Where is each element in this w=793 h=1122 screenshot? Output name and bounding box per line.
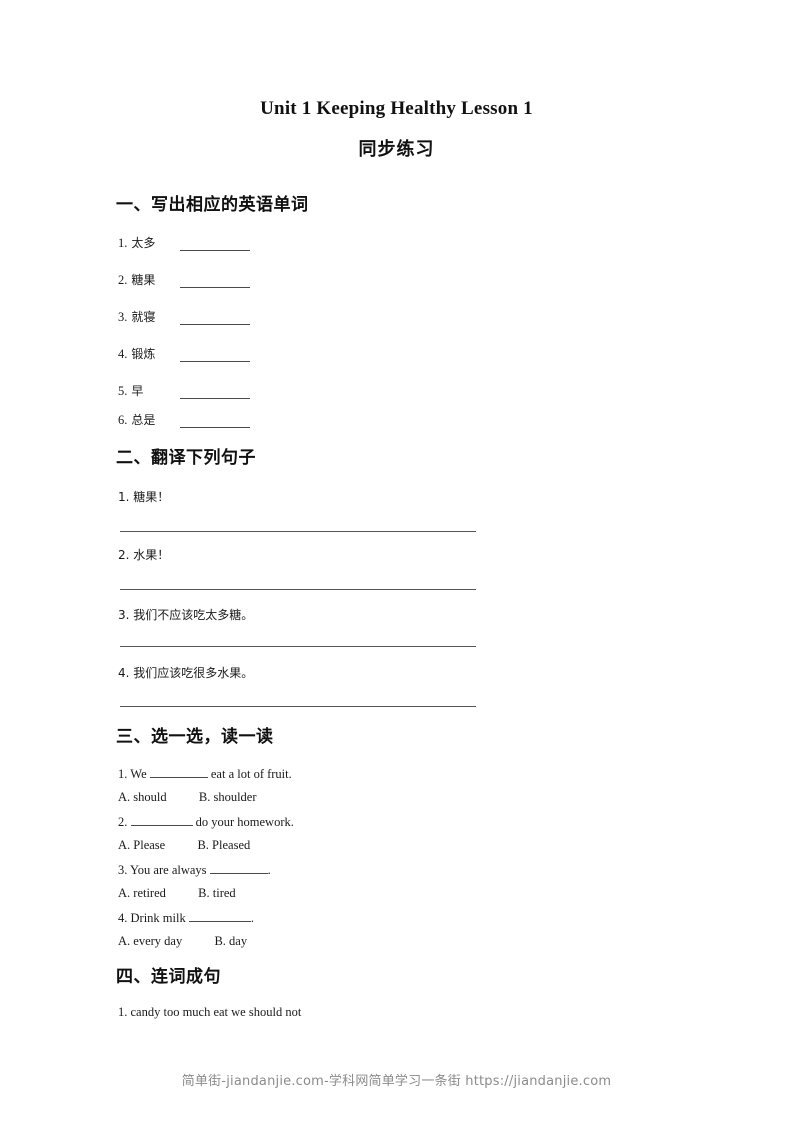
choice-question-4-blank[interactable] <box>188 910 251 922</box>
choice-question-1-blank[interactable] <box>149 766 208 778</box>
translate-answer-line-3[interactable] <box>120 646 476 647</box>
choice-question-3-prompt-after: . <box>267 863 271 877</box>
page-title: Unit 1 Keeping Healthy Lesson 1 <box>260 98 533 119</box>
word-item-label: 就寝 <box>131 310 156 324</box>
choice-question-4-prompt-before: 4. Drink milk <box>118 911 186 925</box>
choice-options-4: A. every day B. day <box>118 934 247 949</box>
choice-options-1: A. should B. shoulder <box>118 790 257 805</box>
choice-question-2: 2. do your homework. <box>118 814 294 830</box>
word-item-blank[interactable] <box>180 286 250 288</box>
word-item-number: 4. <box>118 347 128 361</box>
word-item-blank[interactable] <box>180 323 250 325</box>
word-item-number: 5. <box>118 384 128 398</box>
word-item-6: 6. 总是 <box>118 411 478 429</box>
choice-question-3: 3. You are always . <box>118 862 271 878</box>
word-item-number: 6. <box>118 413 128 427</box>
choice-option-4b[interactable]: B. day <box>214 934 247 948</box>
worksheet-page: Unit 1 Keeping Healthy Lesson 1 同步练习 一、写… <box>0 0 793 1122</box>
word-item-4: 4. 锻炼 <box>118 345 478 363</box>
choice-options-3: A. retired B. tired <box>118 886 236 901</box>
choice-question-4-prompt-after: . <box>250 911 254 925</box>
choice-question-4: 4. Drink milk . <box>118 910 254 926</box>
word-item-label: 早 <box>131 384 144 398</box>
word-item-number: 1. <box>118 236 128 250</box>
word-item-number: 3. <box>118 310 128 324</box>
choice-question-3-prompt-before: 3. You are always <box>118 863 207 877</box>
word-item-2: 2. 糖果 <box>118 271 478 289</box>
choice-option-4a[interactable]: A. every day <box>118 934 182 948</box>
translate-answer-line-2[interactable] <box>120 589 476 590</box>
translate-item-2: 2. 水果！ <box>118 548 170 562</box>
word-item-blank[interactable] <box>180 397 250 399</box>
word-item-blank[interactable] <box>180 360 250 362</box>
translate-item-1: 1. 糖果！ <box>118 490 170 504</box>
sentence-order-item-1: 1. candy too much eat we should not <box>118 1005 302 1019</box>
choice-option-2a[interactable]: A. Please <box>118 838 165 852</box>
word-item-number: 2. <box>118 273 128 287</box>
choice-question-2-blank[interactable] <box>130 814 193 826</box>
word-item-blank[interactable] <box>180 426 250 428</box>
page-footer: 简单街-jiandanjie.com-学科网简单学习一条街 https://ji… <box>181 1074 612 1089</box>
choice-question-1: 1. We eat a lot of fruit. <box>118 766 292 782</box>
choice-option-1a[interactable]: A. should <box>118 790 167 804</box>
choice-question-2-prompt-after: do your homework. <box>195 815 294 829</box>
choice-question-1-prompt-before: 1. We <box>118 767 147 781</box>
section-1-heading: 一、写出相应的英语单词 <box>116 195 309 215</box>
translate-item-3: 3. 我们不应该吃太多糖。 <box>118 608 254 622</box>
translate-answer-line-4[interactable] <box>120 706 476 707</box>
section-3-heading: 三、选一选，读一读 <box>116 727 274 747</box>
choice-option-3b[interactable]: B. tired <box>198 886 236 900</box>
word-item-blank[interactable] <box>180 249 250 251</box>
word-item-3: 3. 就寝 <box>118 308 478 326</box>
word-item-label: 锻炼 <box>131 347 156 361</box>
translate-answer-line-1[interactable] <box>120 531 476 532</box>
word-item-label: 总是 <box>131 413 156 427</box>
word-item-label: 太多 <box>131 236 156 250</box>
choice-option-1b[interactable]: B. shoulder <box>199 790 257 804</box>
section-2-heading: 二、翻译下列句子 <box>116 448 256 468</box>
choice-options-2: A. Please B. Pleased <box>118 838 250 853</box>
choice-question-3-blank[interactable] <box>209 862 268 874</box>
choice-option-2b[interactable]: B. Pleased <box>197 838 250 852</box>
choice-question-1-prompt-after: eat a lot of fruit. <box>210 767 292 781</box>
word-item-5: 5. 早 <box>118 382 478 400</box>
choice-option-3a[interactable]: A. retired <box>118 886 166 900</box>
choice-question-2-prompt-before: 2. <box>118 815 128 829</box>
translate-item-4: 4. 我们应该吃很多水果。 <box>118 666 254 680</box>
page-subtitle: 同步练习 <box>358 139 435 160</box>
word-item-label: 糖果 <box>131 273 156 287</box>
word-item-1: 1. 太多 <box>118 234 478 252</box>
section-4-heading: 四、连词成句 <box>116 967 221 987</box>
